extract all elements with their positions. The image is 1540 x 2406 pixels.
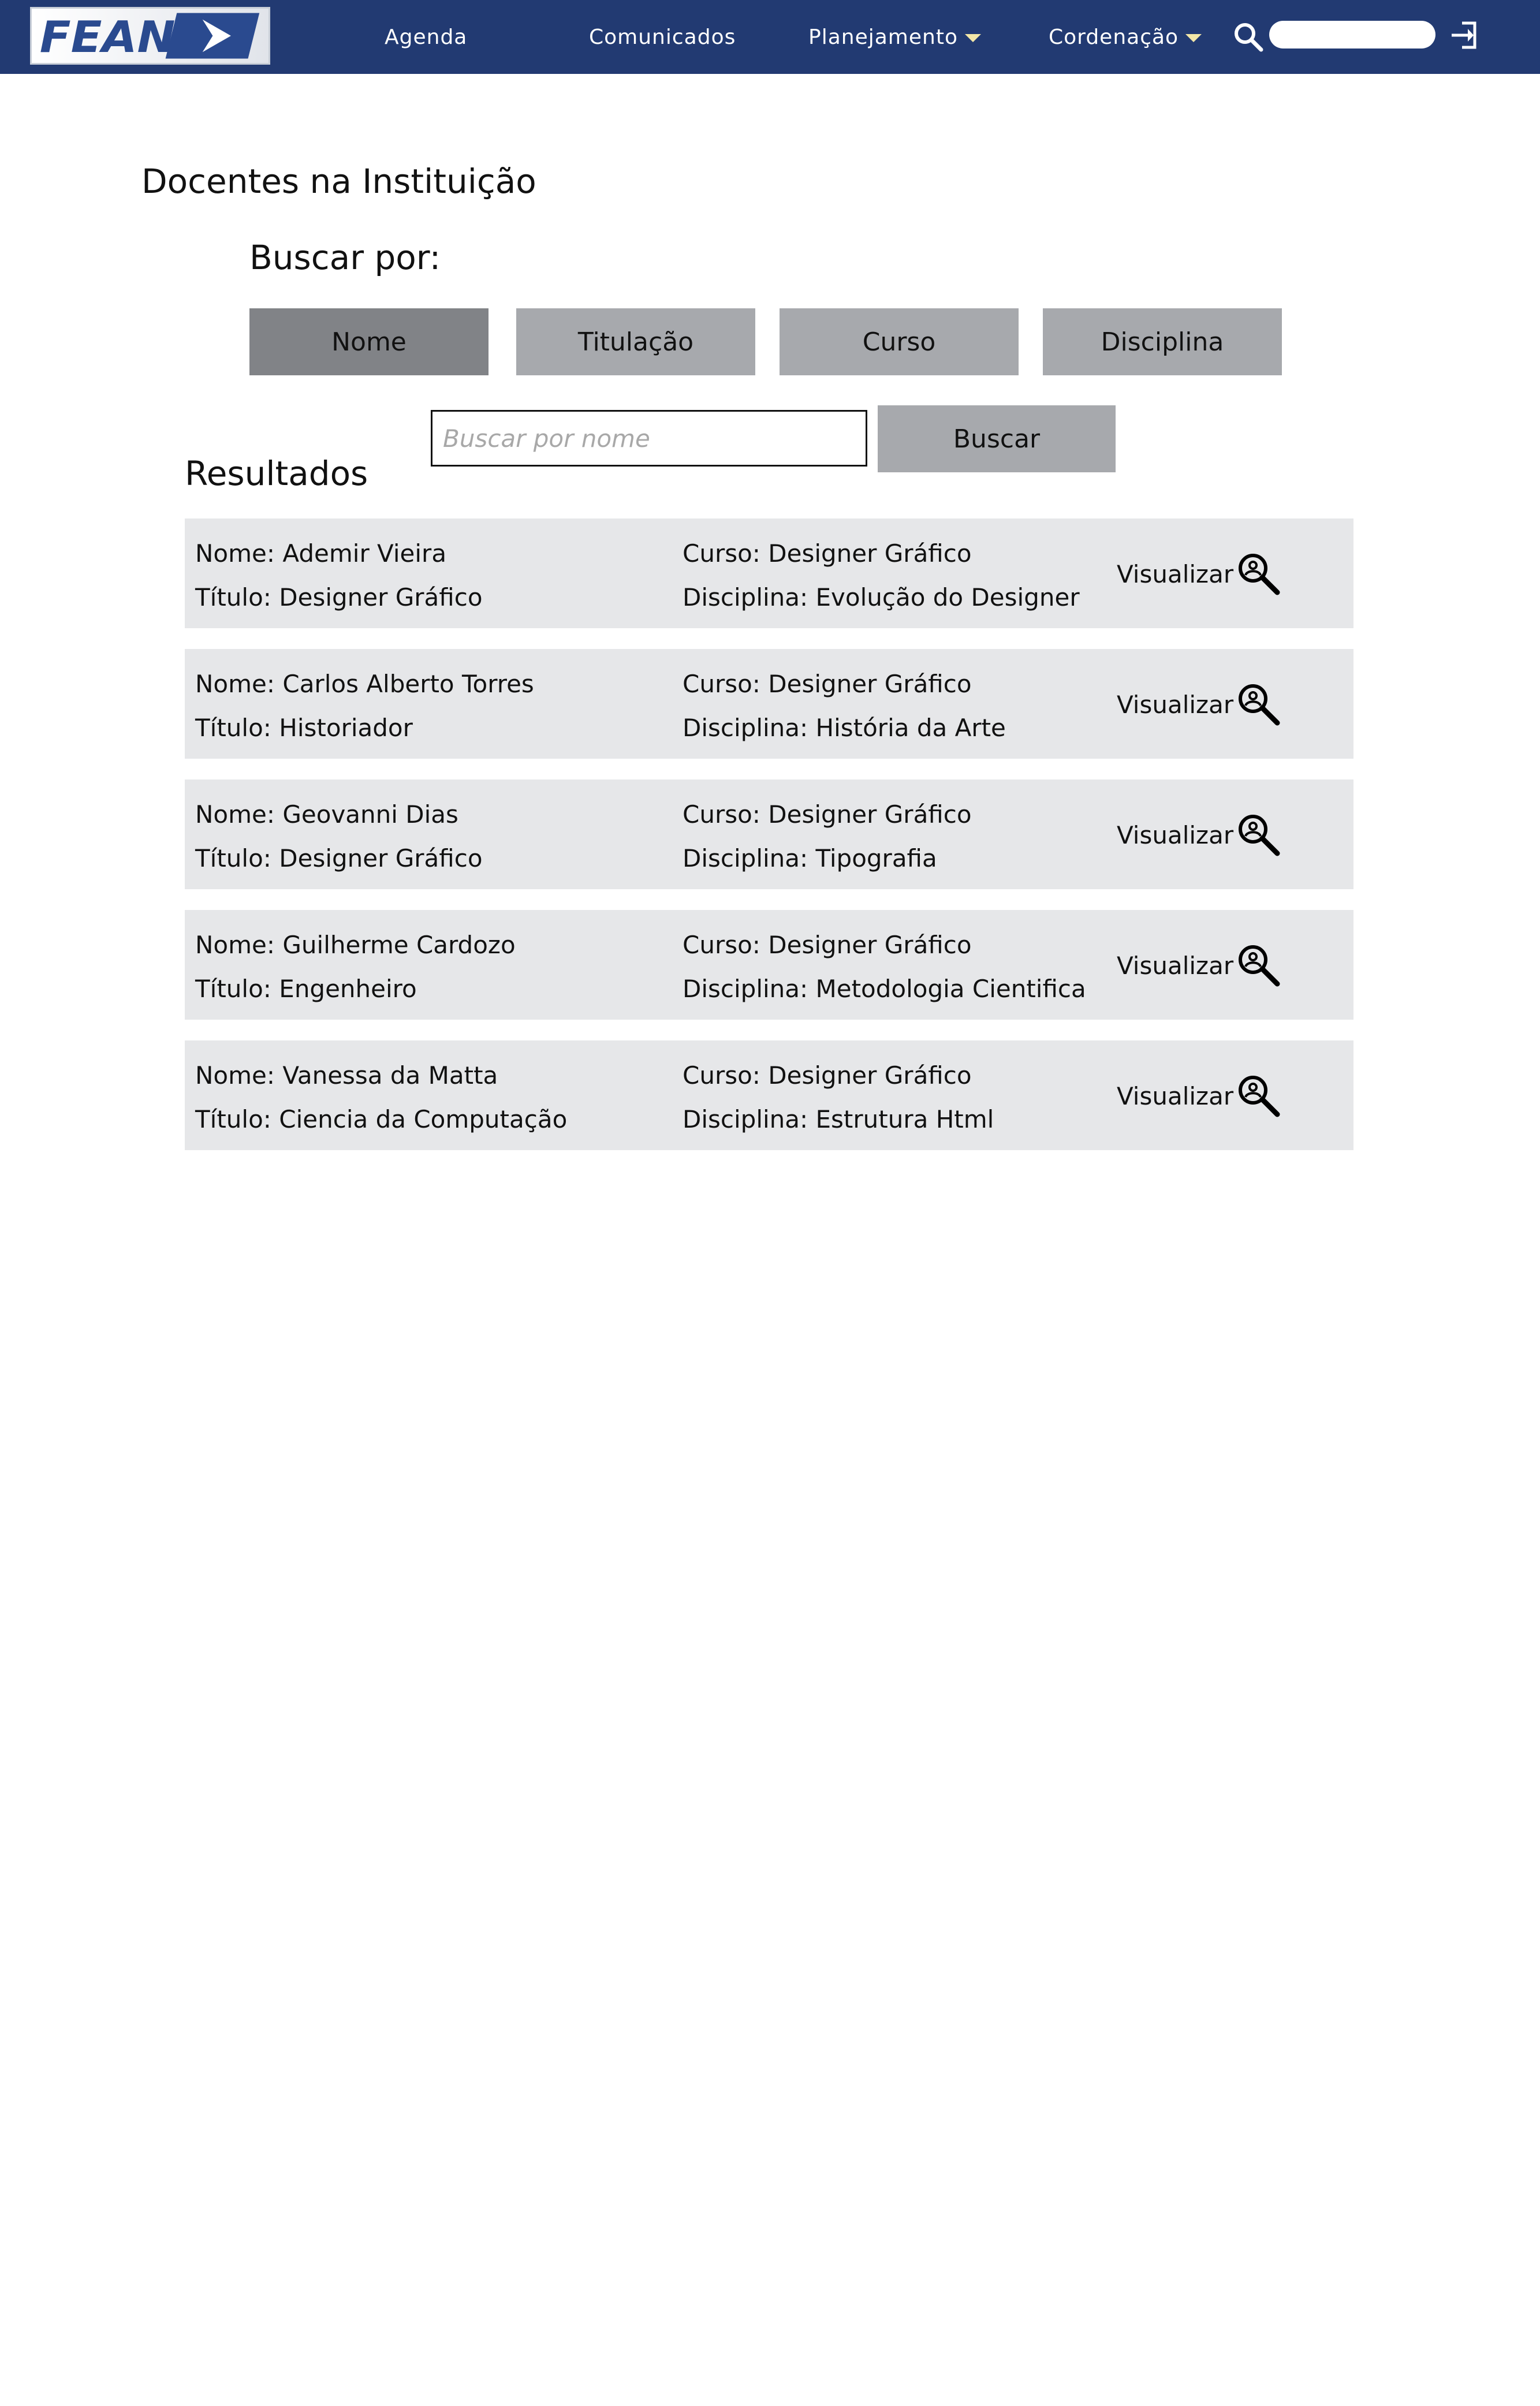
filter-disciplina-button[interactable]: Disciplina	[1043, 308, 1282, 375]
result-discipline: Disciplina: Metodologia Cientifica	[683, 975, 1086, 1003]
nav-agenda[interactable]: Agenda	[385, 0, 467, 74]
fean-logo-graphic: FEAN	[32, 9, 269, 63]
filter-titulacao-button[interactable]: Titulação	[516, 308, 755, 375]
result-name: Nome: Vanessa da Matta	[195, 1061, 498, 1090]
user-search-icon	[1239, 1076, 1280, 1117]
filter-curso-button[interactable]: Curso	[780, 308, 1019, 375]
result-discipline: Disciplina: Estrutura Html	[683, 1105, 994, 1133]
search-icon[interactable]	[1232, 21, 1265, 53]
result-name: Nome: Geovanni Dias	[195, 800, 458, 829]
nav-cordenacao-label: Cordenação	[1049, 25, 1179, 49]
search-name-input[interactable]	[431, 410, 867, 467]
result-row: Nome: Carlos Alberto Torres Título: Hist…	[185, 649, 1353, 759]
search-by-label: Buscar por:	[249, 238, 441, 277]
view-button[interactable]: Visualizar	[1117, 812, 1282, 858]
result-title: Título: Designer Gráfico	[195, 844, 483, 872]
view-label: Visualizar	[1117, 559, 1234, 588]
user-search-icon	[1239, 945, 1280, 987]
view-button[interactable]: Visualizar	[1117, 551, 1282, 597]
nav-cordenacao-dropdown[interactable]: Cordenação	[1049, 0, 1202, 74]
login-icon[interactable]	[1448, 20, 1479, 51]
search-button[interactable]: Buscar	[878, 405, 1116, 472]
user-search-icon	[1239, 684, 1280, 726]
result-name: Nome: Ademir Vieira	[195, 539, 447, 568]
result-name: Nome: Guilherme Cardozo	[195, 931, 516, 959]
top-navbar: FEAN Agenda Comunicados Planejamento Cor…	[0, 0, 1540, 74]
result-title: Título: Historiador	[195, 714, 413, 742]
nav-agenda-label: Agenda	[385, 25, 468, 49]
nav-comunicados[interactable]: Comunicados	[589, 0, 736, 74]
page-title: Docentes na Instituição	[141, 162, 536, 201]
result-row: Nome: Vanessa da Matta Título: Ciencia d…	[185, 1040, 1353, 1150]
nav-planejamento-label: Planejamento	[808, 25, 958, 49]
result-course: Curso: Designer Gráfico	[683, 800, 972, 829]
result-title: Título: Ciencia da Computação	[195, 1105, 568, 1133]
result-discipline: Disciplina: Evolução do Designer	[683, 583, 1080, 611]
result-course: Curso: Designer Gráfico	[683, 539, 972, 568]
chevron-down-icon	[964, 34, 981, 42]
result-title: Título: Designer Gráfico	[195, 583, 483, 611]
view-label: Visualizar	[1117, 820, 1234, 849]
view-button[interactable]: Visualizar	[1117, 1073, 1282, 1119]
results-title: Resultados	[185, 454, 368, 493]
result-row: Nome: Geovanni Dias Título: Designer Grá…	[185, 779, 1353, 889]
result-course: Curso: Designer Gráfico	[683, 670, 972, 698]
result-course: Curso: Designer Gráfico	[683, 1061, 972, 1090]
chevron-down-icon	[1185, 34, 1202, 42]
result-name: Nome: Carlos Alberto Torres	[195, 670, 534, 698]
view-label: Visualizar	[1117, 951, 1234, 980]
result-title: Título: Engenheiro	[195, 975, 417, 1003]
view-label: Visualizar	[1117, 690, 1234, 719]
result-discipline: Disciplina: História da Arte	[683, 714, 1006, 742]
results-list: Nome: Ademir Vieira Título: Designer Grá…	[185, 518, 1353, 1171]
nav-search-input[interactable]	[1269, 21, 1435, 49]
fean-logo[interactable]: FEAN	[30, 7, 270, 65]
view-label: Visualizar	[1117, 1081, 1234, 1110]
result-row: Nome: Guilherme Cardozo Título: Engenhei…	[185, 910, 1353, 1020]
result-course: Curso: Designer Gráfico	[683, 931, 972, 959]
user-search-icon	[1239, 815, 1280, 856]
result-row: Nome: Ademir Vieira Título: Designer Grá…	[185, 518, 1353, 628]
nav-planejamento-dropdown[interactable]: Planejamento	[808, 0, 981, 74]
logo-text: FEAN	[40, 12, 176, 63]
result-discipline: Disciplina: Tipografia	[683, 844, 937, 872]
nav-comunicados-label: Comunicados	[589, 25, 736, 49]
filter-nome-button[interactable]: Nome	[249, 308, 489, 375]
view-button[interactable]: Visualizar	[1117, 942, 1282, 988]
user-search-icon	[1239, 554, 1280, 595]
view-button[interactable]: Visualizar	[1117, 681, 1282, 728]
